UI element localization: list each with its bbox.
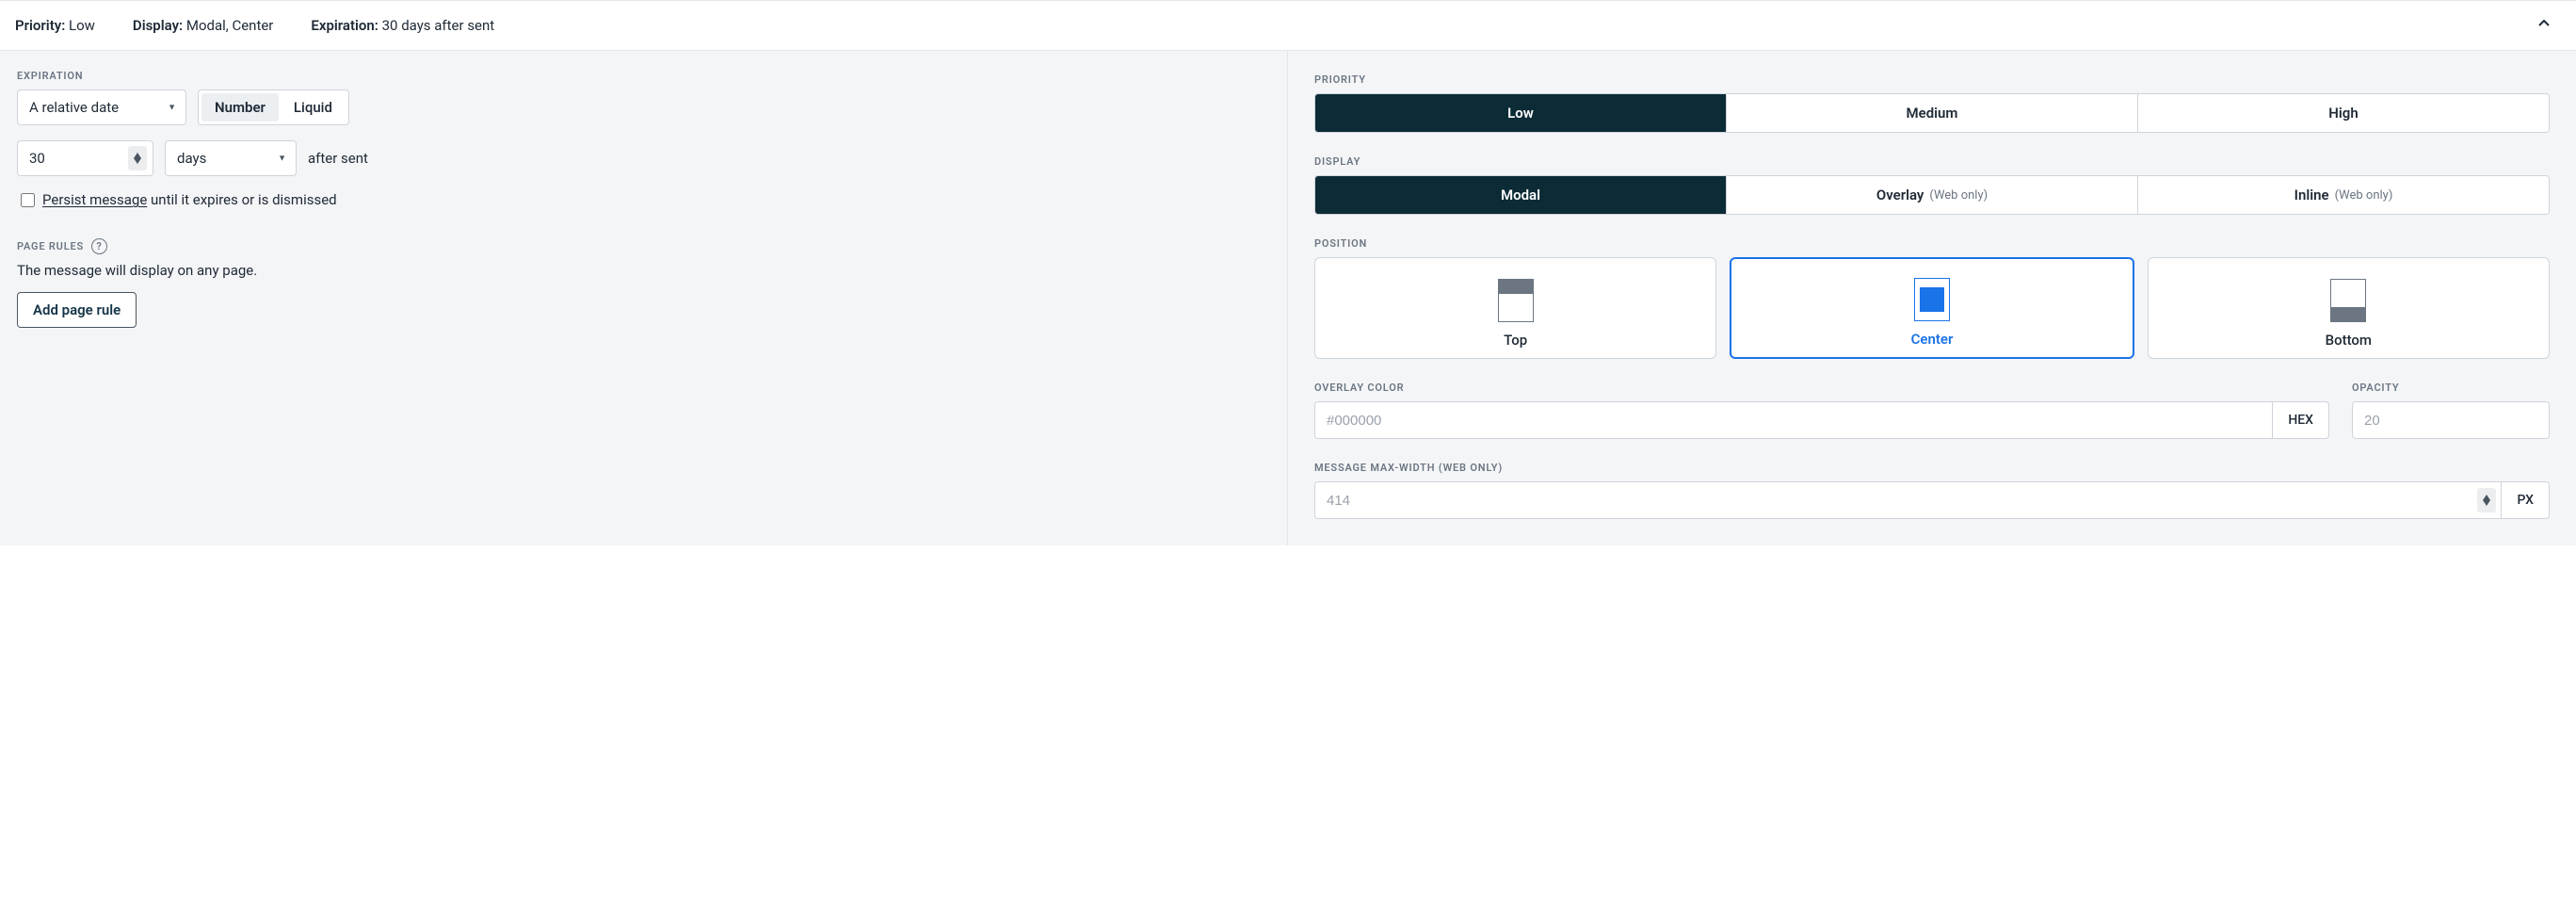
priority-option-high[interactable]: High	[2138, 94, 2549, 132]
caret-down-icon: ▼	[168, 103, 176, 113]
right-column: PRIORITY Low Medium High DISPLAY Modal O…	[1288, 51, 2576, 545]
persist-checkbox-row[interactable]: Persist message until it expires or is d…	[21, 191, 1270, 208]
expiration-number-value: 30	[29, 150, 128, 167]
position-bottom-icon	[2330, 279, 2366, 322]
position-heading: POSITION	[1314, 237, 2550, 250]
chevron-up-icon	[2536, 16, 2552, 31]
persist-checkbox[interactable]	[21, 193, 35, 207]
priority-label: Priority:	[15, 17, 65, 34]
display-label: Display:	[133, 17, 183, 34]
max-width-stepper[interactable]	[2477, 488, 2496, 512]
opacity-field: %	[2352, 401, 2550, 439]
after-sent-label: after sent	[308, 150, 368, 167]
page-rules-description: The message will display on any page.	[17, 262, 1270, 279]
persist-label: Persist message until it expires or is d…	[42, 191, 337, 208]
position-option-center[interactable]: Center	[1730, 257, 2133, 359]
display-button-group: Modal Overlay (Web only) Inline (Web onl…	[1314, 175, 2550, 215]
px-label: PX	[2501, 482, 2549, 518]
opacity-heading: OPACITY	[2352, 382, 2550, 394]
position-cards: Top Center Bottom	[1314, 257, 2550, 359]
position-option-bottom[interactable]: Bottom	[2148, 257, 2550, 359]
expiration-unit-value: days	[177, 150, 206, 167]
summary-display: Display: Modal, Center	[133, 17, 273, 34]
expiration-label: Expiration:	[311, 17, 378, 34]
opacity-input[interactable]	[2353, 402, 2550, 438]
number-stepper[interactable]	[128, 146, 147, 171]
page-rules-heading: PAGE RULES	[17, 240, 84, 252]
priority-option-low[interactable]: Low	[1315, 94, 1727, 132]
overlay-color-input[interactable]	[1315, 402, 2272, 438]
priority-option-medium[interactable]: Medium	[1727, 94, 2138, 132]
expiration-unit-select[interactable]: days ▼	[165, 140, 297, 176]
max-width-field: PX	[1314, 481, 2550, 519]
display-value: Modal, Center	[186, 17, 274, 34]
add-page-rule-button[interactable]: Add page rule	[17, 292, 137, 328]
summary-expiration: Expiration: 30 days after sent	[311, 17, 494, 34]
caret-down-icon: ▼	[278, 154, 286, 164]
expiration-type-value: A relative date	[29, 99, 119, 116]
priority-heading: PRIORITY	[1314, 73, 2550, 86]
display-heading: DISPLAY	[1314, 155, 2550, 168]
position-option-top[interactable]: Top	[1314, 257, 1716, 359]
segment-number[interactable]: Number	[201, 93, 279, 122]
help-icon[interactable]: ?	[91, 238, 107, 254]
display-option-overlay[interactable]: Overlay (Web only)	[1727, 176, 2138, 214]
display-option-inline[interactable]: Inline (Web only)	[2138, 176, 2549, 214]
collapse-toggle[interactable]	[2533, 12, 2555, 39]
position-top-icon	[1498, 279, 1534, 322]
position-center-icon	[1914, 278, 1950, 321]
priority-button-group: Low Medium High	[1314, 93, 2550, 133]
expiration-number-input[interactable]: 30	[17, 140, 153, 176]
max-width-heading: MESSAGE MAX-WIDTH (WEB ONLY)	[1314, 462, 2550, 474]
page-rules-heading-row: PAGE RULES ?	[17, 238, 1270, 254]
max-width-input[interactable]	[1315, 482, 2477, 518]
format-segmented: Number Liquid	[198, 89, 349, 125]
left-column: EXPIRATION A relative date ▼ Number Liqu…	[0, 51, 1288, 545]
expiration-type-select[interactable]: A relative date ▼	[17, 89, 186, 125]
priority-value: Low	[69, 17, 95, 34]
segment-liquid[interactable]: Liquid	[281, 93, 346, 122]
summary-header: Priority: Low Display: Modal, Center Exp…	[0, 0, 2576, 51]
hex-label: HEX	[2272, 402, 2328, 438]
expiration-value: 30 days after sent	[382, 17, 495, 34]
overlay-color-field: HEX	[1314, 401, 2329, 439]
display-option-modal[interactable]: Modal	[1315, 176, 1727, 214]
overlay-color-heading: OVERLAY COLOR	[1314, 382, 2329, 394]
summary-priority: Priority: Low	[15, 17, 95, 34]
expiration-heading: EXPIRATION	[17, 70, 1270, 82]
